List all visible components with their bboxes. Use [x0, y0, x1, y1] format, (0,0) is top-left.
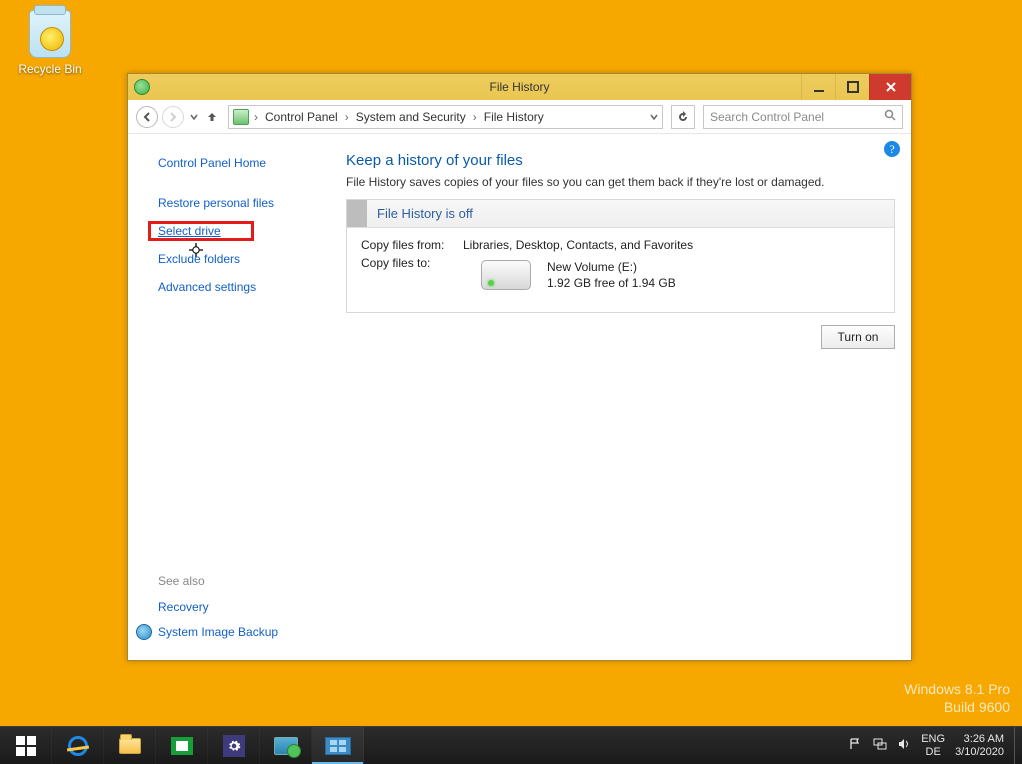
start-button[interactable] — [0, 727, 52, 764]
system-tray: ENG DE 3:26 AM 3/10/2020 — [839, 727, 1014, 764]
tray-language[interactable]: ENG DE — [921, 733, 945, 757]
recent-locations-dropdown[interactable] — [188, 111, 200, 123]
taskbar-ie[interactable] — [52, 727, 104, 764]
breadcrumb-system-security[interactable]: System and Security — [354, 110, 468, 124]
store-icon — [171, 737, 193, 755]
turn-on-button[interactable]: Turn on — [821, 325, 895, 349]
tray-flag-icon[interactable] — [849, 737, 863, 754]
search-box[interactable] — [703, 105, 903, 129]
copy-from-label: Copy files from: — [361, 238, 453, 252]
chevron-right-icon[interactable]: › — [342, 110, 352, 124]
minimize-button[interactable] — [801, 74, 835, 100]
sidebar-exclude-folders[interactable]: Exclude folders — [158, 252, 320, 266]
sidebar-restore-files[interactable]: Restore personal files — [158, 196, 320, 210]
drive-free-space: 1.92 GB free of 1.94 GB — [547, 276, 676, 290]
main-panel: Keep a history of your files File Histor… — [338, 134, 911, 660]
window-title: File History — [128, 80, 911, 94]
control-panel-icon — [325, 737, 351, 755]
search-icon[interactable] — [884, 109, 896, 124]
taskbar-settings[interactable] — [208, 727, 260, 764]
ie-icon — [68, 736, 88, 756]
sidebar: Control Panel Home Restore personal file… — [128, 134, 338, 660]
chevron-right-icon[interactable]: › — [251, 110, 261, 124]
drive-name: New Volume (E:) — [547, 260, 676, 274]
forward-button[interactable] — [162, 106, 184, 128]
back-button[interactable] — [136, 106, 158, 128]
drive-icon — [481, 260, 531, 290]
file-history-status: File History is off — [377, 206, 473, 221]
breadcrumb-control-panel[interactable]: Control Panel — [263, 110, 340, 124]
sidebar-select-drive-label: Select drive — [158, 224, 221, 238]
taskbar-store[interactable] — [156, 727, 208, 764]
sidebar-control-panel-home[interactable]: Control Panel Home — [158, 156, 320, 170]
shield-icon — [136, 624, 152, 640]
taskbar-explorer[interactable] — [104, 727, 156, 764]
gear-icon — [223, 735, 245, 757]
sidebar-advanced-settings[interactable]: Advanced settings — [158, 280, 320, 294]
taskbar-control-panel[interactable] — [312, 727, 364, 764]
address-bar: › Control Panel › System and Security › … — [128, 100, 911, 134]
file-history-window: File History — [127, 73, 912, 661]
breadcrumb-file-history[interactable]: File History — [482, 110, 546, 124]
control-panel-icon — [233, 109, 249, 125]
status-panel: File History is off Copy files from: Lib… — [346, 199, 895, 313]
show-desktop-button[interactable] — [1014, 727, 1022, 764]
sidebar-select-drive[interactable]: Select drive — [158, 224, 320, 238]
breadcrumb-dropdown[interactable] — [644, 110, 658, 124]
folder-icon — [119, 738, 141, 754]
maximize-button[interactable] — [835, 74, 869, 100]
taskbar: ENG DE 3:26 AM 3/10/2020 — [0, 726, 1022, 764]
refresh-button[interactable] — [671, 105, 695, 129]
taskbar-app-monitor[interactable] — [260, 727, 312, 764]
recycle-bin-label: Recycle Bin — [18, 62, 82, 76]
page-subtitle: File History saves copies of your files … — [346, 175, 895, 189]
sidebar-see-also-heading: See also — [158, 574, 320, 588]
recycle-bin[interactable]: Recycle Bin — [18, 10, 82, 76]
window-app-icon — [134, 79, 150, 95]
tray-volume-icon[interactable] — [897, 737, 911, 754]
sidebar-system-image-backup[interactable]: System Image Backup — [158, 624, 320, 640]
sidebar-recovery[interactable]: Recovery — [158, 600, 320, 614]
recycle-bin-icon — [29, 10, 71, 58]
status-color — [347, 200, 367, 227]
copy-to-label: Copy files to: — [361, 256, 453, 290]
tray-network-icon[interactable] — [873, 737, 887, 754]
search-input[interactable] — [710, 110, 878, 124]
chevron-right-icon[interactable]: › — [470, 110, 480, 124]
up-button[interactable] — [204, 109, 220, 125]
copy-from-value: Libraries, Desktop, Contacts, and Favori… — [463, 238, 693, 252]
windows-watermark: Windows 8.1 Pro Build 9600 — [904, 680, 1010, 716]
tray-clock[interactable]: 3:26 AM 3/10/2020 — [955, 733, 1004, 757]
windows-logo-icon — [16, 736, 36, 756]
monitor-refresh-icon — [274, 737, 298, 755]
titlebar[interactable]: File History — [128, 74, 911, 100]
page-heading: Keep a history of your files — [346, 152, 895, 169]
close-button[interactable] — [869, 74, 911, 100]
breadcrumb[interactable]: › Control Panel › System and Security › … — [228, 105, 663, 129]
